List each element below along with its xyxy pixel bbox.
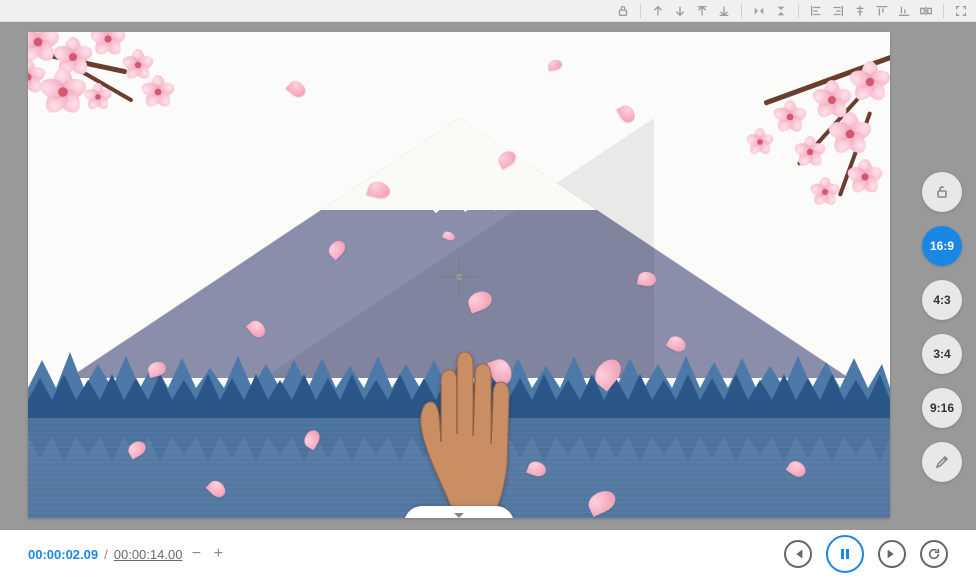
- align-bottom-icon[interactable]: [895, 2, 913, 20]
- toolbar-separator: [798, 4, 799, 18]
- previous-button[interactable]: [784, 540, 812, 568]
- blossom-top-left: [28, 32, 238, 167]
- flip-vertical-icon[interactable]: [772, 2, 790, 20]
- ratio-9-16[interactable]: 9:16: [922, 388, 962, 428]
- ratio-3-4[interactable]: 3:4: [922, 334, 962, 374]
- toolbar-separator: [640, 4, 641, 18]
- time-display: 00:00:02.09 / 00:00:14.00 − +: [28, 545, 226, 563]
- toolbar: [0, 0, 976, 22]
- align-center-icon[interactable]: [851, 2, 869, 20]
- align-top-icon[interactable]: [873, 2, 891, 20]
- edit-ratio-button[interactable]: [922, 442, 962, 482]
- drawer-toggle[interactable]: [404, 506, 514, 518]
- ratio-4-3[interactable]: 4:3: [922, 280, 962, 320]
- playback-controls: [784, 535, 948, 573]
- flip-horizontal-icon[interactable]: [750, 2, 768, 20]
- hand-cursor: [359, 324, 559, 518]
- arrow-down-icon[interactable]: [671, 2, 689, 20]
- toolbar-separator: [943, 4, 944, 18]
- arrow-up-icon[interactable]: [649, 2, 667, 20]
- blossom-top-right: [680, 62, 890, 232]
- zoom-in-button[interactable]: +: [210, 545, 226, 563]
- time-separator: /: [104, 547, 108, 562]
- replay-button[interactable]: [920, 540, 948, 568]
- aspect-ratio-stack: 16:9 4:3 3:4 9:16: [922, 172, 962, 482]
- canvas[interactable]: [28, 32, 890, 518]
- current-time: 00:00:02.09: [28, 547, 98, 562]
- distribute-icon[interactable]: [917, 2, 935, 20]
- ratio-16-9[interactable]: 16:9: [922, 226, 962, 266]
- zoom-out-button[interactable]: −: [188, 545, 204, 563]
- bring-front-icon[interactable]: [693, 2, 711, 20]
- lock-ratio-button[interactable]: [922, 172, 962, 212]
- toolbar-separator: [741, 4, 742, 18]
- lock-icon[interactable]: [614, 2, 632, 20]
- playback-bar: 00:00:02.09 / 00:00:14.00 − +: [0, 530, 976, 578]
- align-right-icon[interactable]: [829, 2, 847, 20]
- next-button[interactable]: [878, 540, 906, 568]
- expand-icon[interactable]: [952, 2, 970, 20]
- align-left-icon[interactable]: [807, 2, 825, 20]
- stage: 16:9 4:3 3:4 9:16: [0, 22, 976, 530]
- send-back-icon[interactable]: [715, 2, 733, 20]
- pause-button[interactable]: [826, 535, 864, 573]
- total-time[interactable]: 00:00:14.00: [114, 547, 183, 562]
